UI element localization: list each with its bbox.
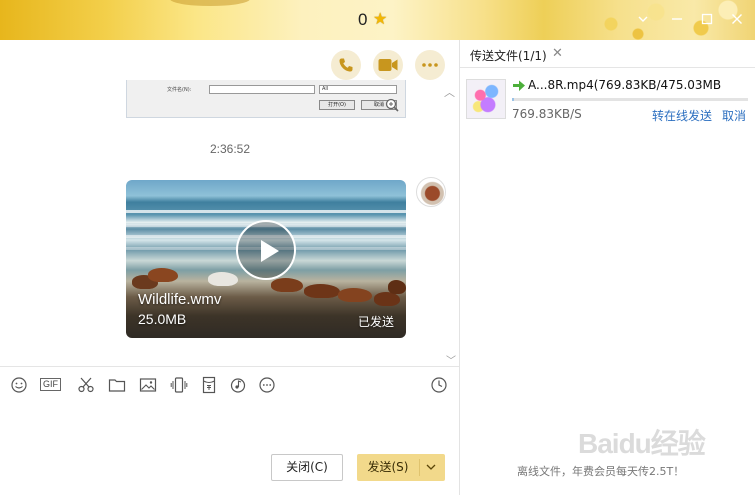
chevron-down-icon[interactable]	[425, 462, 437, 472]
phone-call-button[interactable]	[331, 50, 361, 80]
file-transfer-tabs: 传送文件(1/1) ✕	[460, 40, 755, 68]
transfer-speed: 769.83KB/S	[512, 107, 582, 121]
horse-image	[338, 288, 372, 302]
video-message[interactable]: Wildlife.wmv 25.0MB 已发送	[126, 180, 406, 338]
upload-arrow-icon	[513, 80, 525, 91]
phone-icon	[339, 58, 353, 72]
send-divider	[419, 459, 420, 476]
video-size: 25.0MB	[138, 311, 187, 327]
minimize-icon[interactable]	[669, 11, 685, 27]
close-icon[interactable]	[729, 11, 745, 27]
play-icon[interactable]	[236, 220, 296, 280]
title-bar: 0 ★	[0, 0, 755, 40]
horse-image	[388, 280, 406, 294]
video-call-button[interactable]	[373, 50, 403, 80]
title-leaves-decoration	[575, 0, 755, 40]
watermark-logo: Baidu经验	[578, 428, 706, 459]
more-button[interactable]	[415, 50, 445, 80]
message-timestamp: 2:36:52	[209, 142, 251, 156]
gif-icon[interactable]: GIF	[40, 378, 61, 391]
maximize-icon[interactable]	[699, 11, 715, 27]
transfer-progress-bar	[512, 98, 748, 101]
dialog-filename-label: 文件名(N):	[167, 87, 192, 93]
title-decoration	[170, 0, 250, 6]
wave-decoration	[126, 210, 406, 213]
video-filename: Wildlife.wmv	[138, 291, 222, 308]
switch-online-send-link[interactable]: 转在线发送	[652, 107, 712, 124]
window-title: 0	[358, 10, 368, 29]
call-actions	[331, 50, 445, 80]
dialog-open-button: 打开(O)	[319, 100, 355, 110]
horse-image	[374, 292, 400, 306]
horse-image	[208, 272, 238, 286]
previous-screenshot-message[interactable]: 文件名(N): All 打开(O) 取消	[126, 80, 406, 118]
folder-icon[interactable]	[108, 376, 126, 394]
red-envelope-icon[interactable]	[200, 376, 218, 394]
emoji-icon[interactable]	[10, 376, 28, 394]
file-thumbnail	[466, 79, 506, 119]
tab-file-transfer[interactable]: 传送文件(1/1)	[470, 47, 547, 64]
send-button-label: 发送(S)	[367, 460, 409, 474]
offline-file-note: 离线文件，年费会员每天传2.5T！	[517, 465, 685, 478]
scissors-icon[interactable]	[77, 376, 95, 394]
chevron-down-icon[interactable]	[635, 11, 651, 27]
transfer-progress-fill	[512, 98, 515, 101]
zoom-icon[interactable]	[385, 98, 399, 112]
cancel-transfer-link[interactable]: 取消	[722, 107, 746, 124]
chat-panel: 文件名(N): All 打开(O) 取消 ︿ 2:36:52 Wildlife.…	[0, 40, 460, 495]
horse-image	[271, 278, 303, 292]
image-icon[interactable]	[139, 376, 157, 394]
message-input[interactable]	[0, 403, 459, 451]
close-icon[interactable]: ✕	[552, 46, 563, 61]
dialog-filter-select: All	[319, 85, 397, 94]
more-options-icon[interactable]	[258, 376, 276, 394]
more-icon	[422, 63, 438, 67]
history-clock-icon[interactable]	[430, 376, 448, 394]
music-icon[interactable]	[229, 376, 247, 394]
horse-image	[304, 284, 340, 298]
file-name: A...8R.mp4(769.83KB/475.03MB	[528, 78, 722, 92]
scroll-down-icon[interactable]: ﹀	[446, 352, 456, 367]
dialog-filename-field	[209, 85, 315, 94]
file-transfer-item: A...8R.mp4(769.83KB/475.03MB 769.83KB/S …	[466, 78, 751, 126]
star-icon: ★	[373, 9, 388, 28]
video-status: 已发送	[357, 315, 394, 329]
horse-image	[148, 268, 178, 282]
send-button[interactable]: 发送(S)	[357, 454, 445, 481]
input-toolbar: GIF	[0, 366, 459, 402]
video-camera-icon	[378, 59, 398, 71]
avatar[interactable]	[416, 177, 446, 207]
shake-icon[interactable]	[170, 376, 188, 394]
scroll-up-icon[interactable]: ︿	[444, 84, 455, 100]
close-button[interactable]: 关闭(C)	[271, 454, 343, 481]
